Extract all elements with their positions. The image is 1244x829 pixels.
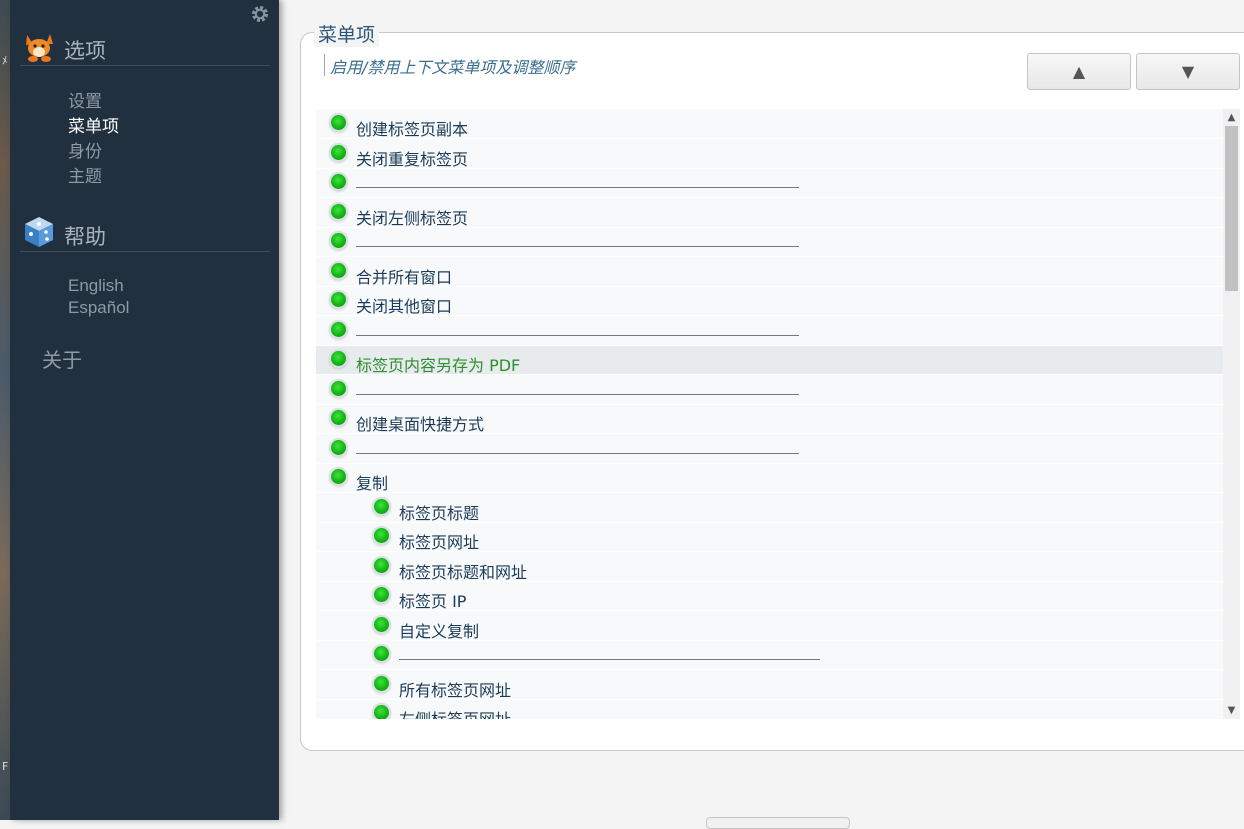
menu-item-label: 关闭重复标签页 [356,149,469,169]
enabled-toggle-icon[interactable] [374,646,389,661]
help-section-header: 帮助 [20,215,270,252]
separator-row[interactable] [316,376,1223,405]
list-scrollbar[interactable]: ▲ ▼ [1223,109,1240,719]
nav-item-espanol[interactable]: Español [68,297,129,319]
fieldset-description: 启用/禁用上下文菜单项及调整顺序 [324,54,575,77]
enabled-toggle-icon[interactable] [374,498,389,514]
separator-line [356,452,799,454]
menu-item-label: 标签页内容另存为 PDF [356,356,521,375]
help-nav: English Español [68,275,129,319]
enabled-toggle-icon[interactable] [331,262,346,278]
separator-line [356,334,799,336]
menu-item-list: 创建标签页副本 关闭重复标签页 关闭左侧标签页 合并所有窗口 关闭其他窗口标签页内容另存… [316,109,1223,719]
separator-row[interactable] [316,641,1223,670]
menu-item-row[interactable]: 所有标签页网址 [316,671,1223,700]
nav-item-identity[interactable]: 身份 [68,140,119,165]
separator-row[interactable] [316,228,1223,257]
nav-item-english[interactable]: English [68,275,129,297]
enabled-toggle-icon[interactable] [374,557,389,573]
menu-item-row[interactable]: 创建桌面快捷方式 [316,405,1223,434]
menu-item-label: 关闭其他窗口 [356,297,453,316]
help-section-title: 帮助 [64,225,106,249]
scroll-down-icon[interactable]: ▼ [1223,702,1240,719]
separator-line [399,659,820,660]
menu-item-label: 标签页 IP [399,592,467,611]
help-cube-icon [25,217,53,247]
move-down-button[interactable]: ▼ [1136,53,1240,90]
enabled-toggle-icon[interactable] [374,587,389,602]
menu-item-row[interactable]: 复制 [316,464,1223,493]
nav-item-menu-items[interactable]: 菜单项 [68,115,119,140]
nav-item-settings[interactable]: 设置 [68,90,119,115]
nav-item-theme[interactable]: 主题 [68,165,119,190]
scroll-up-icon[interactable]: ▲ [1223,109,1240,126]
enabled-toggle-icon[interactable] [331,321,346,337]
enabled-toggle-icon[interactable] [374,705,389,719]
gear-icon[interactable] [250,4,270,24]
separator-row[interactable] [316,435,1223,464]
enabled-toggle-icon[interactable] [331,203,346,219]
bottom-button[interactable] [706,817,850,829]
fieldset-legend: 菜单项 [314,20,380,47]
enabled-toggle-icon[interactable] [331,439,346,455]
desktop-edge: ﾒ F [0,0,10,820]
menu-item-label: 创建标签页副本 [356,120,469,139]
enabled-toggle-icon[interactable] [331,233,346,248]
menu-item-row[interactable]: 标签页内容另存为 PDF [316,346,1223,375]
fox-icon [26,34,53,62]
menu-item-row[interactable]: 自定义复制 [316,612,1223,641]
menu-item-row[interactable]: 左侧标签页网址 [316,700,1223,719]
enabled-toggle-icon[interactable] [374,528,389,543]
move-up-button[interactable]: ▲ [1027,53,1131,90]
options-section-title: 选项 [64,39,106,63]
separator-line [356,393,799,395]
menu-item-row[interactable]: 标签页 IP [316,582,1223,611]
menu-item-row[interactable]: 合并所有窗口 [316,258,1223,287]
enabled-toggle-icon[interactable] [331,292,346,307]
menu-item-label: 合并所有窗口 [356,267,453,287]
enabled-toggle-icon[interactable] [331,144,346,160]
menu-item-label: 创建桌面快捷方式 [356,415,485,434]
menu-item-label: 自定义复制 [399,621,480,641]
enabled-toggle-icon[interactable] [374,616,389,632]
menu-item-row[interactable]: 创建标签页副本 [316,110,1223,139]
menu-item-row[interactable]: 标签页网址 [316,523,1223,552]
menu-item-label: 标签页标题 [399,503,480,523]
menu-item-label: 复制 [356,474,389,493]
menu-item-label: 所有标签页网址 [399,680,512,700]
enabled-toggle-icon[interactable] [331,380,346,396]
menu-item-label: 标签页网址 [399,533,480,552]
menu-item-row[interactable]: 标签页标题和网址 [316,553,1223,582]
menu-item-label: 左侧标签页网址 [399,706,511,719]
separator-row[interactable] [316,169,1223,198]
menu-item-label: 标签页标题和网址 [399,562,528,582]
menu-item-row[interactable]: 关闭左侧标签页 [316,199,1223,228]
enabled-toggle-icon[interactable] [331,351,346,366]
enabled-toggle-icon[interactable] [374,675,389,691]
nav-item-about[interactable]: 关于 [42,344,82,373]
separator-line [356,246,799,247]
enabled-toggle-icon[interactable] [331,174,346,189]
enabled-toggle-icon[interactable] [331,115,346,130]
menu-item-row[interactable]: 关闭重复标签页 [316,140,1223,169]
separator-line [356,187,799,188]
menu-item-label: 关闭左侧标签页 [356,208,469,228]
enabled-toggle-icon[interactable] [331,410,346,425]
options-nav: 设置 菜单项 身份 主题 [68,90,119,190]
menu-item-row[interactable]: 标签页标题 [316,494,1223,523]
enabled-toggle-icon[interactable] [331,469,346,484]
sidebar: 选项 设置 菜单项 身份 主题 帮助 English Español 关于 [10,0,279,820]
options-section-header: 选项 [20,29,270,66]
menu-item-row[interactable]: 关闭其他窗口 [316,287,1223,316]
separator-row[interactable] [316,317,1223,346]
scrollbar-thumb[interactable] [1225,126,1238,291]
